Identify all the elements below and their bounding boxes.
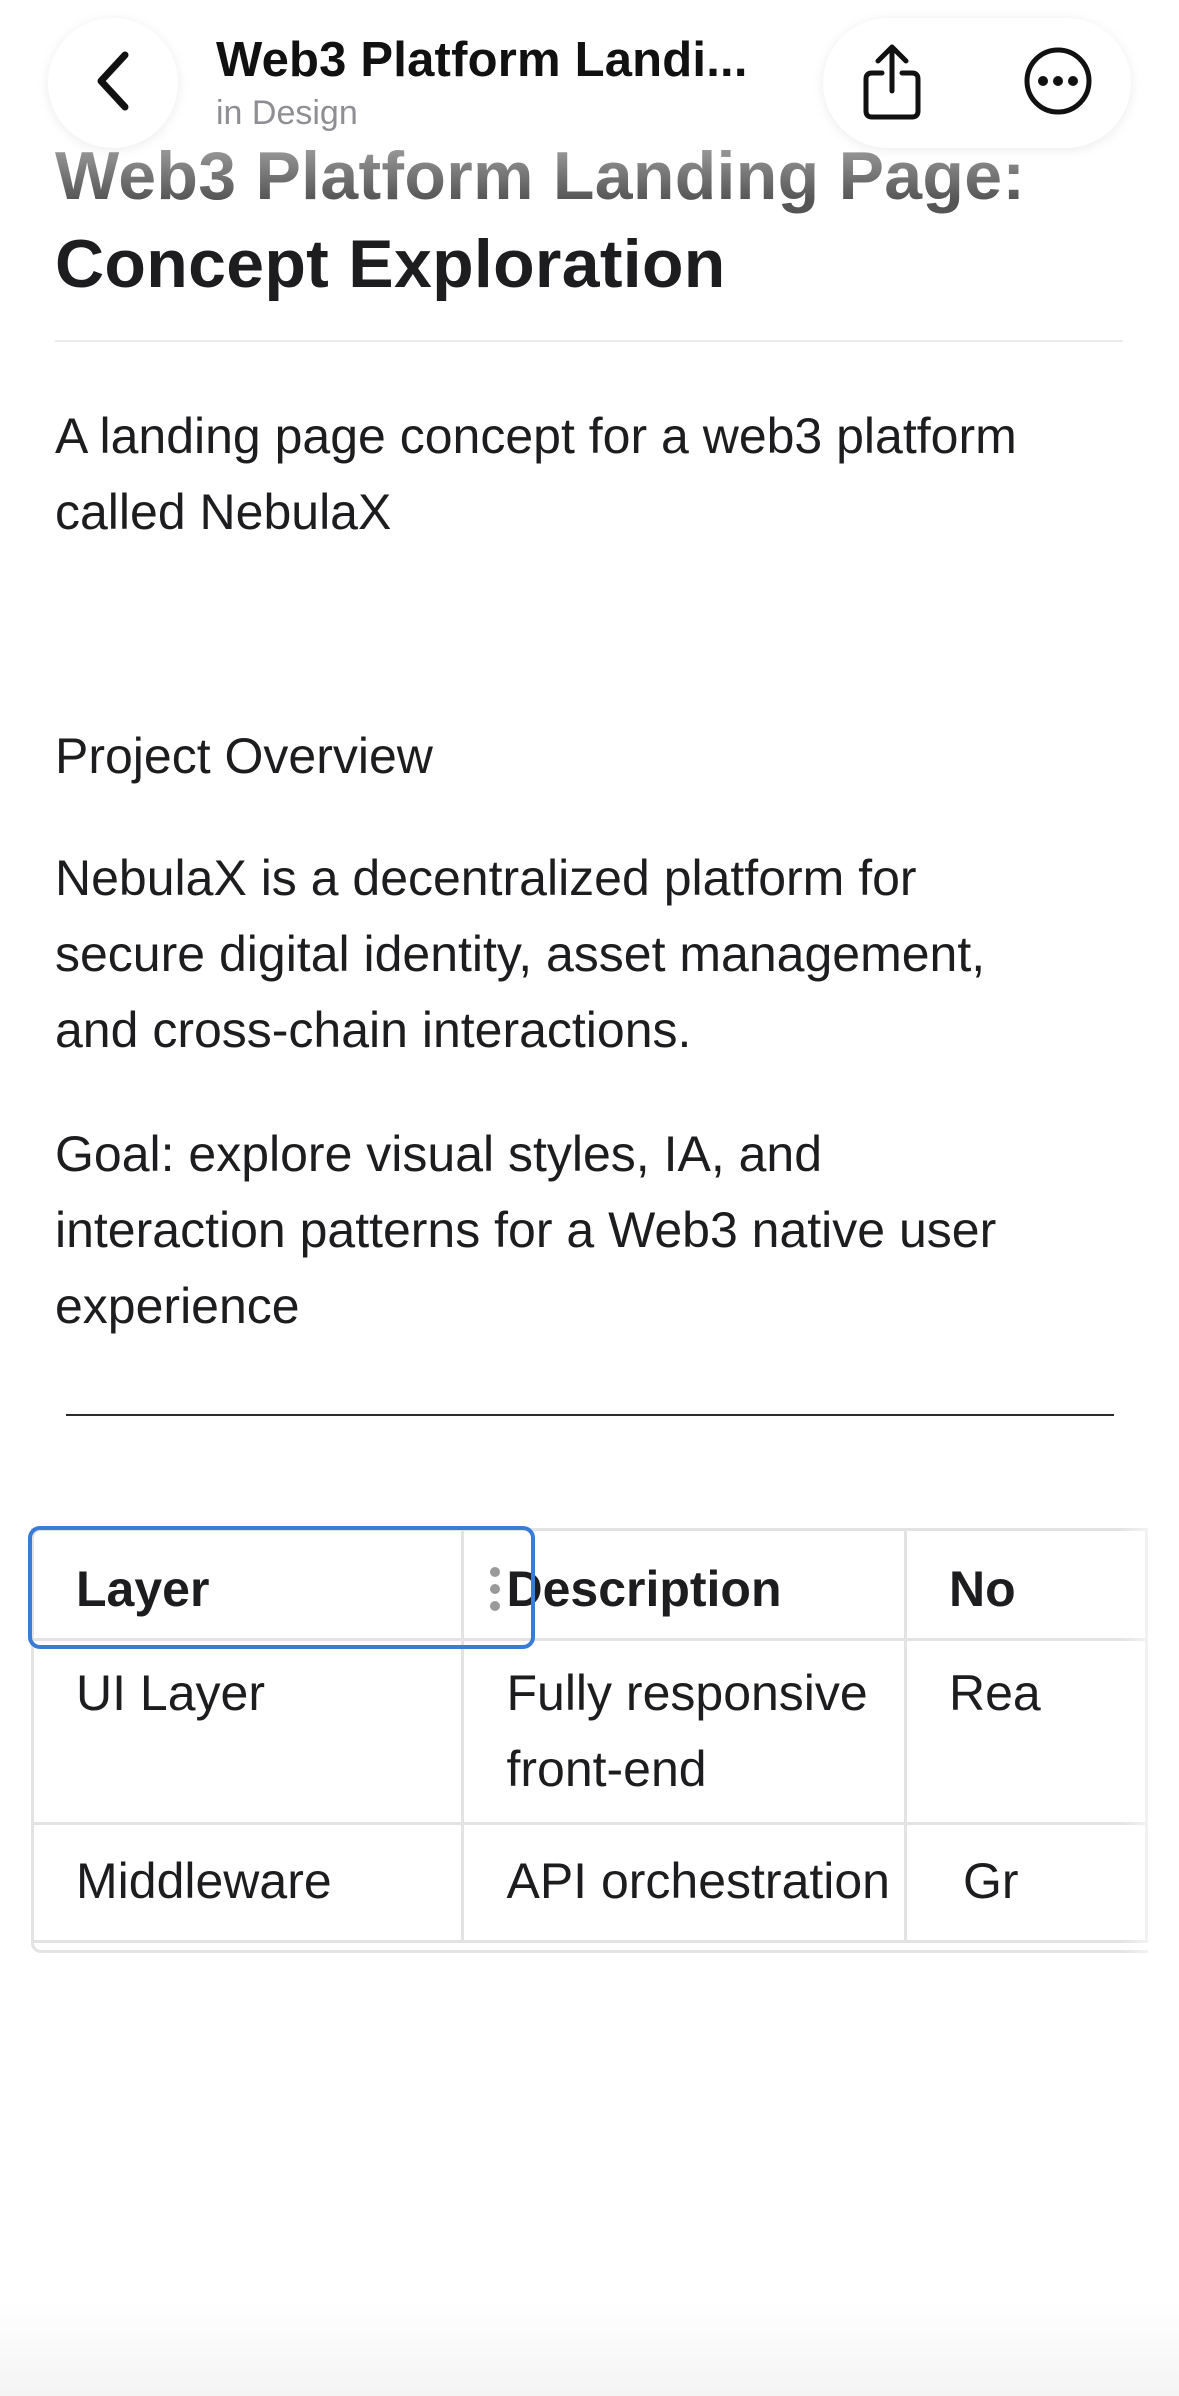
cell-text: Middleware — [76, 1853, 332, 1909]
overview-line2: secure digital identity, asset managemen… — [55, 926, 986, 982]
nav-title-group: Web3 Platform Landi... in Design — [216, 30, 776, 134]
overview-heading[interactable]: Project Overview — [55, 720, 433, 792]
table-cell[interactable]: Middleware — [31, 1822, 465, 1943]
horizontal-rule — [66, 1414, 1114, 1416]
table-cell[interactable]: Fully responsive front-end — [461, 1638, 908, 1825]
table-cell[interactable]: API orchestration — [461, 1822, 908, 1943]
header-notes-label: No — [949, 1561, 1016, 1617]
goal-paragraph[interactable]: Goal: explore visual styles, IA, and int… — [55, 1116, 1115, 1344]
cell-menu-handle-icon[interactable] — [489, 1566, 501, 1612]
table-row: Middleware API orchestration Gr — [31, 1822, 1148, 1943]
overview-line1: NebulaX is a decentralized platform for — [55, 850, 917, 906]
intro-line1: A landing page concept for a web3 platfo… — [55, 408, 1017, 464]
cell-text: Rea — [949, 1665, 1041, 1721]
goal-line3: experience — [55, 1278, 300, 1334]
header-cell-notes[interactable]: No — [904, 1528, 1148, 1641]
cell-text: API orchestration — [506, 1853, 890, 1909]
document-title-line2: Concept Exploration — [55, 226, 726, 302]
table-cell[interactable]: Gr — [904, 1822, 1148, 1943]
cell-text-line1: Fully responsive — [506, 1665, 868, 1721]
ellipsis-circle-icon — [1023, 46, 1093, 121]
bottom-toolbar-fade — [0, 2300, 1179, 2396]
nav-actions-pill — [823, 18, 1131, 148]
chevron-left-icon — [91, 49, 135, 118]
back-button[interactable] — [48, 18, 178, 148]
more-button[interactable] — [993, 18, 1123, 148]
table-cell[interactable]: Rea — [904, 1638, 1148, 1825]
overview-line3: and cross-chain interactions. — [55, 1002, 692, 1058]
intro-paragraph[interactable]: A landing page concept for a web3 platfo… — [55, 398, 1115, 550]
cell-text-line2: front-end — [506, 1741, 707, 1797]
navigation-bar: Web3 Platform Landi... in Design — [0, 0, 1179, 160]
goal-line2: interaction patterns for a Web3 native u… — [55, 1202, 997, 1258]
goal-line1: Goal: explore visual styles, IA, and — [55, 1126, 823, 1182]
header-description-label: Description — [506, 1561, 782, 1617]
share-button[interactable] — [827, 18, 957, 148]
header-layer-label: Layer — [76, 1561, 210, 1617]
header-cell-layer[interactable]: Layer — [31, 1528, 465, 1641]
nav-subtitle[interactable]: in Design — [216, 92, 776, 134]
layers-table[interactable]: Layer Description No UI Layer Fully resp… — [31, 1528, 1148, 1954]
intro-line2: called NebulaX — [55, 484, 392, 540]
table-row: UI Layer Fully responsive front-end Rea — [31, 1638, 1148, 1825]
cell-text: Gr — [963, 1853, 1019, 1909]
overview-paragraph[interactable]: NebulaX is a decentralized platform for … — [55, 840, 1115, 1068]
share-icon — [860, 41, 924, 126]
header-cell-description[interactable]: Description — [461, 1528, 908, 1641]
table-cell[interactable]: UI Layer — [31, 1638, 465, 1825]
title-divider — [55, 340, 1123, 342]
cell-text: UI Layer — [76, 1665, 265, 1721]
nav-title: Web3 Platform Landi... — [216, 33, 748, 87]
